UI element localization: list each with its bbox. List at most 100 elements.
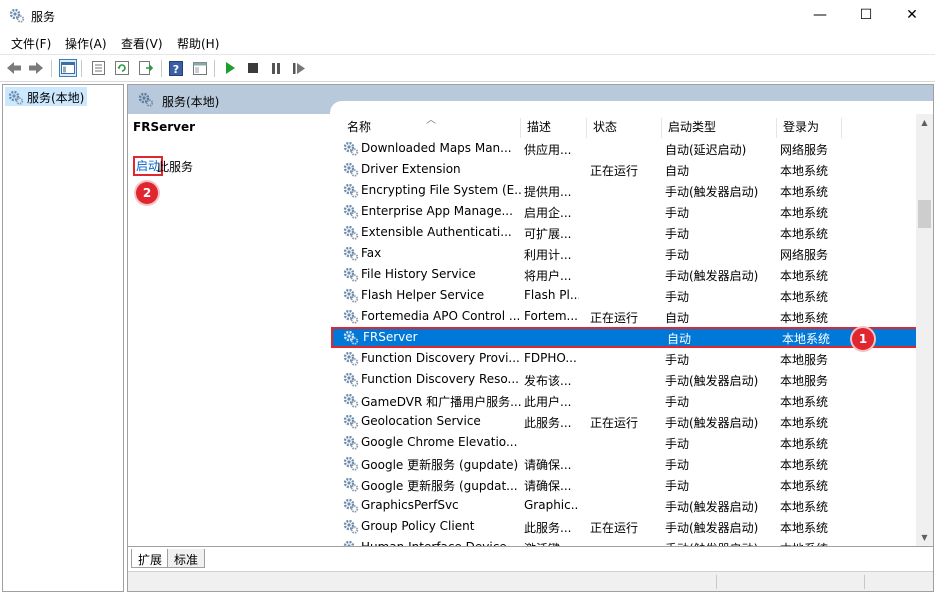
service-name-cell: Fax: [361, 246, 382, 260]
service-row[interactable]: Encrypting File System (E... 提供用... 手动(触发器…: [331, 180, 918, 201]
vertical-scrollbar[interactable]: ▲ ▼: [916, 114, 933, 546]
service-logon-cell: 本地系统: [780, 395, 829, 409]
view-tabs: 扩展 标准: [128, 546, 933, 571]
service-logon-cell: 本地服务: [780, 353, 829, 367]
service-row[interactable]: Enterprise App Manage... 启用企... 手动 本地系统: [331, 201, 918, 222]
service-row[interactable]: Function Discovery Reso... 发布该... 手动(触发器启动…: [331, 369, 918, 390]
service-row[interactable]: Driver Extension 正在运行 自动 本地系统: [331, 159, 918, 180]
service-status-cell: 正在运行: [590, 311, 639, 325]
service-row[interactable]: Google 更新服务 (gupdat... 请确保... 手动 本地系统: [331, 474, 918, 495]
service-startup-cell: 手动: [665, 248, 690, 262]
service-gear-icon: [343, 266, 359, 285]
annotation-badge-1: 1: [852, 328, 874, 350]
service-row[interactable]: Fax 利用计... 手动 网络服务: [331, 243, 918, 264]
service-row[interactable]: File History Service 将用户... 手动(触发器启动) 本地系统: [331, 264, 918, 285]
service-gear-icon: [343, 203, 359, 222]
scroll-down-icon[interactable]: ▼: [916, 529, 933, 546]
service-startup-cell: 自动: [665, 311, 690, 325]
service-logon-cell: 本地系统: [780, 500, 829, 514]
service-row[interactable]: Google Chrome Elevatio... 手动 本地系统: [331, 432, 918, 453]
service-name-cell: Enterprise App Manage...: [361, 204, 513, 218]
column-header-logon-as[interactable]: 登录为: [777, 118, 842, 138]
tree-item-services-local[interactable]: 服务(本地): [5, 87, 88, 106]
scroll-up-icon[interactable]: ▲: [916, 114, 933, 131]
service-gear-icon: [343, 161, 359, 180]
service-row[interactable]: Extensible Authenticati... 可扩展... 手动 本地系统: [331, 222, 918, 243]
service-row[interactable]: Fortemedia APO Control ... Fortem... 正在运行 自…: [331, 306, 918, 327]
services-pane: 服务(本地) FRServer 启动 此服务 2 ︿ 名称 描述 状态 启动类型…: [127, 84, 934, 592]
service-logon-cell: 本地系统: [780, 521, 829, 535]
service-startup-cell: 手动: [665, 437, 690, 451]
column-header-status[interactable]: 状态: [587, 118, 662, 138]
service-row[interactable]: Group Policy Client 此服务... 正在运行 手动(触发器启动) 本地…: [331, 516, 918, 537]
service-description-cell: 发布该...: [524, 374, 572, 388]
service-logon-cell: 本地系统: [780, 437, 829, 451]
menu-view[interactable]: 查看(V): [121, 35, 163, 52]
service-logon-cell: 本地系统: [780, 479, 829, 493]
service-description-cell: 供应用...: [524, 143, 572, 157]
close-button[interactable]: ✕: [889, 0, 935, 30]
service-name-cell: GameDVR 和广播用户服务...: [361, 395, 521, 409]
toolbar: ?: [0, 54, 935, 82]
service-logon-cell: 网络服务: [780, 248, 829, 262]
properties-icon[interactable]: [89, 59, 107, 77]
service-logon-cell: 本地系统: [780, 290, 829, 304]
menu-action[interactable]: 操作(A): [65, 35, 107, 52]
tab-extended[interactable]: 扩展: [131, 549, 170, 568]
minimize-icon: —: [813, 7, 827, 23]
service-gear-icon: [343, 434, 359, 453]
menu-file[interactable]: 文件(F): [11, 35, 51, 52]
scroll-thumb[interactable]: [918, 200, 931, 228]
service-row[interactable]: Downloaded Maps Man... 供应用... 自动(延迟启动) 网络服务: [331, 138, 918, 159]
restart-service-icon[interactable]: [290, 59, 308, 77]
service-logon-cell: 本地系统: [780, 227, 829, 241]
forward-icon[interactable]: [27, 59, 45, 77]
column-header-description[interactable]: 描述: [521, 118, 587, 138]
column-header-name[interactable]: 名称: [335, 118, 521, 138]
toolbar-separator: [81, 60, 82, 77]
tab-standard[interactable]: 标准: [167, 549, 206, 568]
service-row[interactable]: GraphicsPerfSvc Graphic... 手动(触发器启动) 本地系统: [331, 495, 918, 516]
console-icon[interactable]: [191, 59, 209, 77]
service-name-cell: FRServer: [363, 330, 418, 344]
column-header-startup-type[interactable]: 启动类型: [662, 118, 777, 138]
show-hide-tree-icon[interactable]: [59, 59, 77, 77]
service-row[interactable]: GameDVR 和广播用户服务... 此用户... 手动 本地系统: [331, 390, 918, 411]
service-gear-icon: [343, 287, 359, 306]
pause-service-icon[interactable]: [267, 59, 285, 77]
service-logon-cell: 本地系统: [780, 206, 829, 220]
back-icon[interactable]: [5, 59, 23, 77]
service-row[interactable]: Function Discovery Provi... FDPHO... 手动 本地服…: [331, 348, 918, 369]
service-name-cell: Geolocation Service: [361, 414, 481, 428]
service-logon-cell: 本地服务: [780, 374, 829, 388]
maximize-button[interactable]: ☐: [843, 0, 889, 30]
service-gear-icon: [343, 371, 359, 390]
minimize-button[interactable]: —: [797, 0, 843, 30]
export-list-icon[interactable]: [137, 59, 155, 77]
stop-service-icon[interactable]: [244, 59, 262, 77]
service-name-cell: Google 更新服务 (gupdate): [361, 458, 519, 472]
service-row[interactable]: Human Interface Device ...激活键...手动(触发器启动…: [331, 537, 918, 546]
help-icon[interactable]: ?: [167, 59, 185, 77]
service-gear-icon: [343, 518, 359, 537]
service-logon-cell: 网络服务: [780, 143, 829, 157]
service-row[interactable]: Geolocation Service 此服务... 正在运行 手动(触发器启动) 本地…: [331, 411, 918, 432]
service-row[interactable]: Google 更新服务 (gupdate) 请确保... 手动 本地系统: [331, 453, 918, 474]
service-startup-cell: 手动(触发器启动): [665, 521, 759, 535]
service-startup-cell: 自动: [665, 164, 690, 178]
menu-bar: 文件(F) 操作(A) 查看(V) 帮助(H): [0, 32, 935, 53]
services-gear-icon: [138, 91, 154, 110]
service-gear-icon: [343, 476, 359, 495]
service-name-cell: Function Discovery Reso...: [361, 372, 519, 386]
selected-service-name: FRServer: [133, 120, 196, 134]
menu-help[interactable]: 帮助(H): [177, 35, 219, 52]
service-row[interactable]: FRServer 自动 本地系统: [331, 327, 918, 348]
service-startup-cell: 手动: [665, 227, 690, 241]
refresh-icon[interactable]: [113, 59, 131, 77]
service-row[interactable]: Flash Helper Service Flash Pl... 手动 本地系统: [331, 285, 918, 306]
service-description-cell: Graphic...: [524, 498, 579, 512]
start-service-icon[interactable]: [221, 59, 239, 77]
service-startup-cell: 手动: [665, 395, 690, 409]
toolbar-separator: [51, 60, 52, 77]
service-gear-icon: [343, 140, 359, 159]
